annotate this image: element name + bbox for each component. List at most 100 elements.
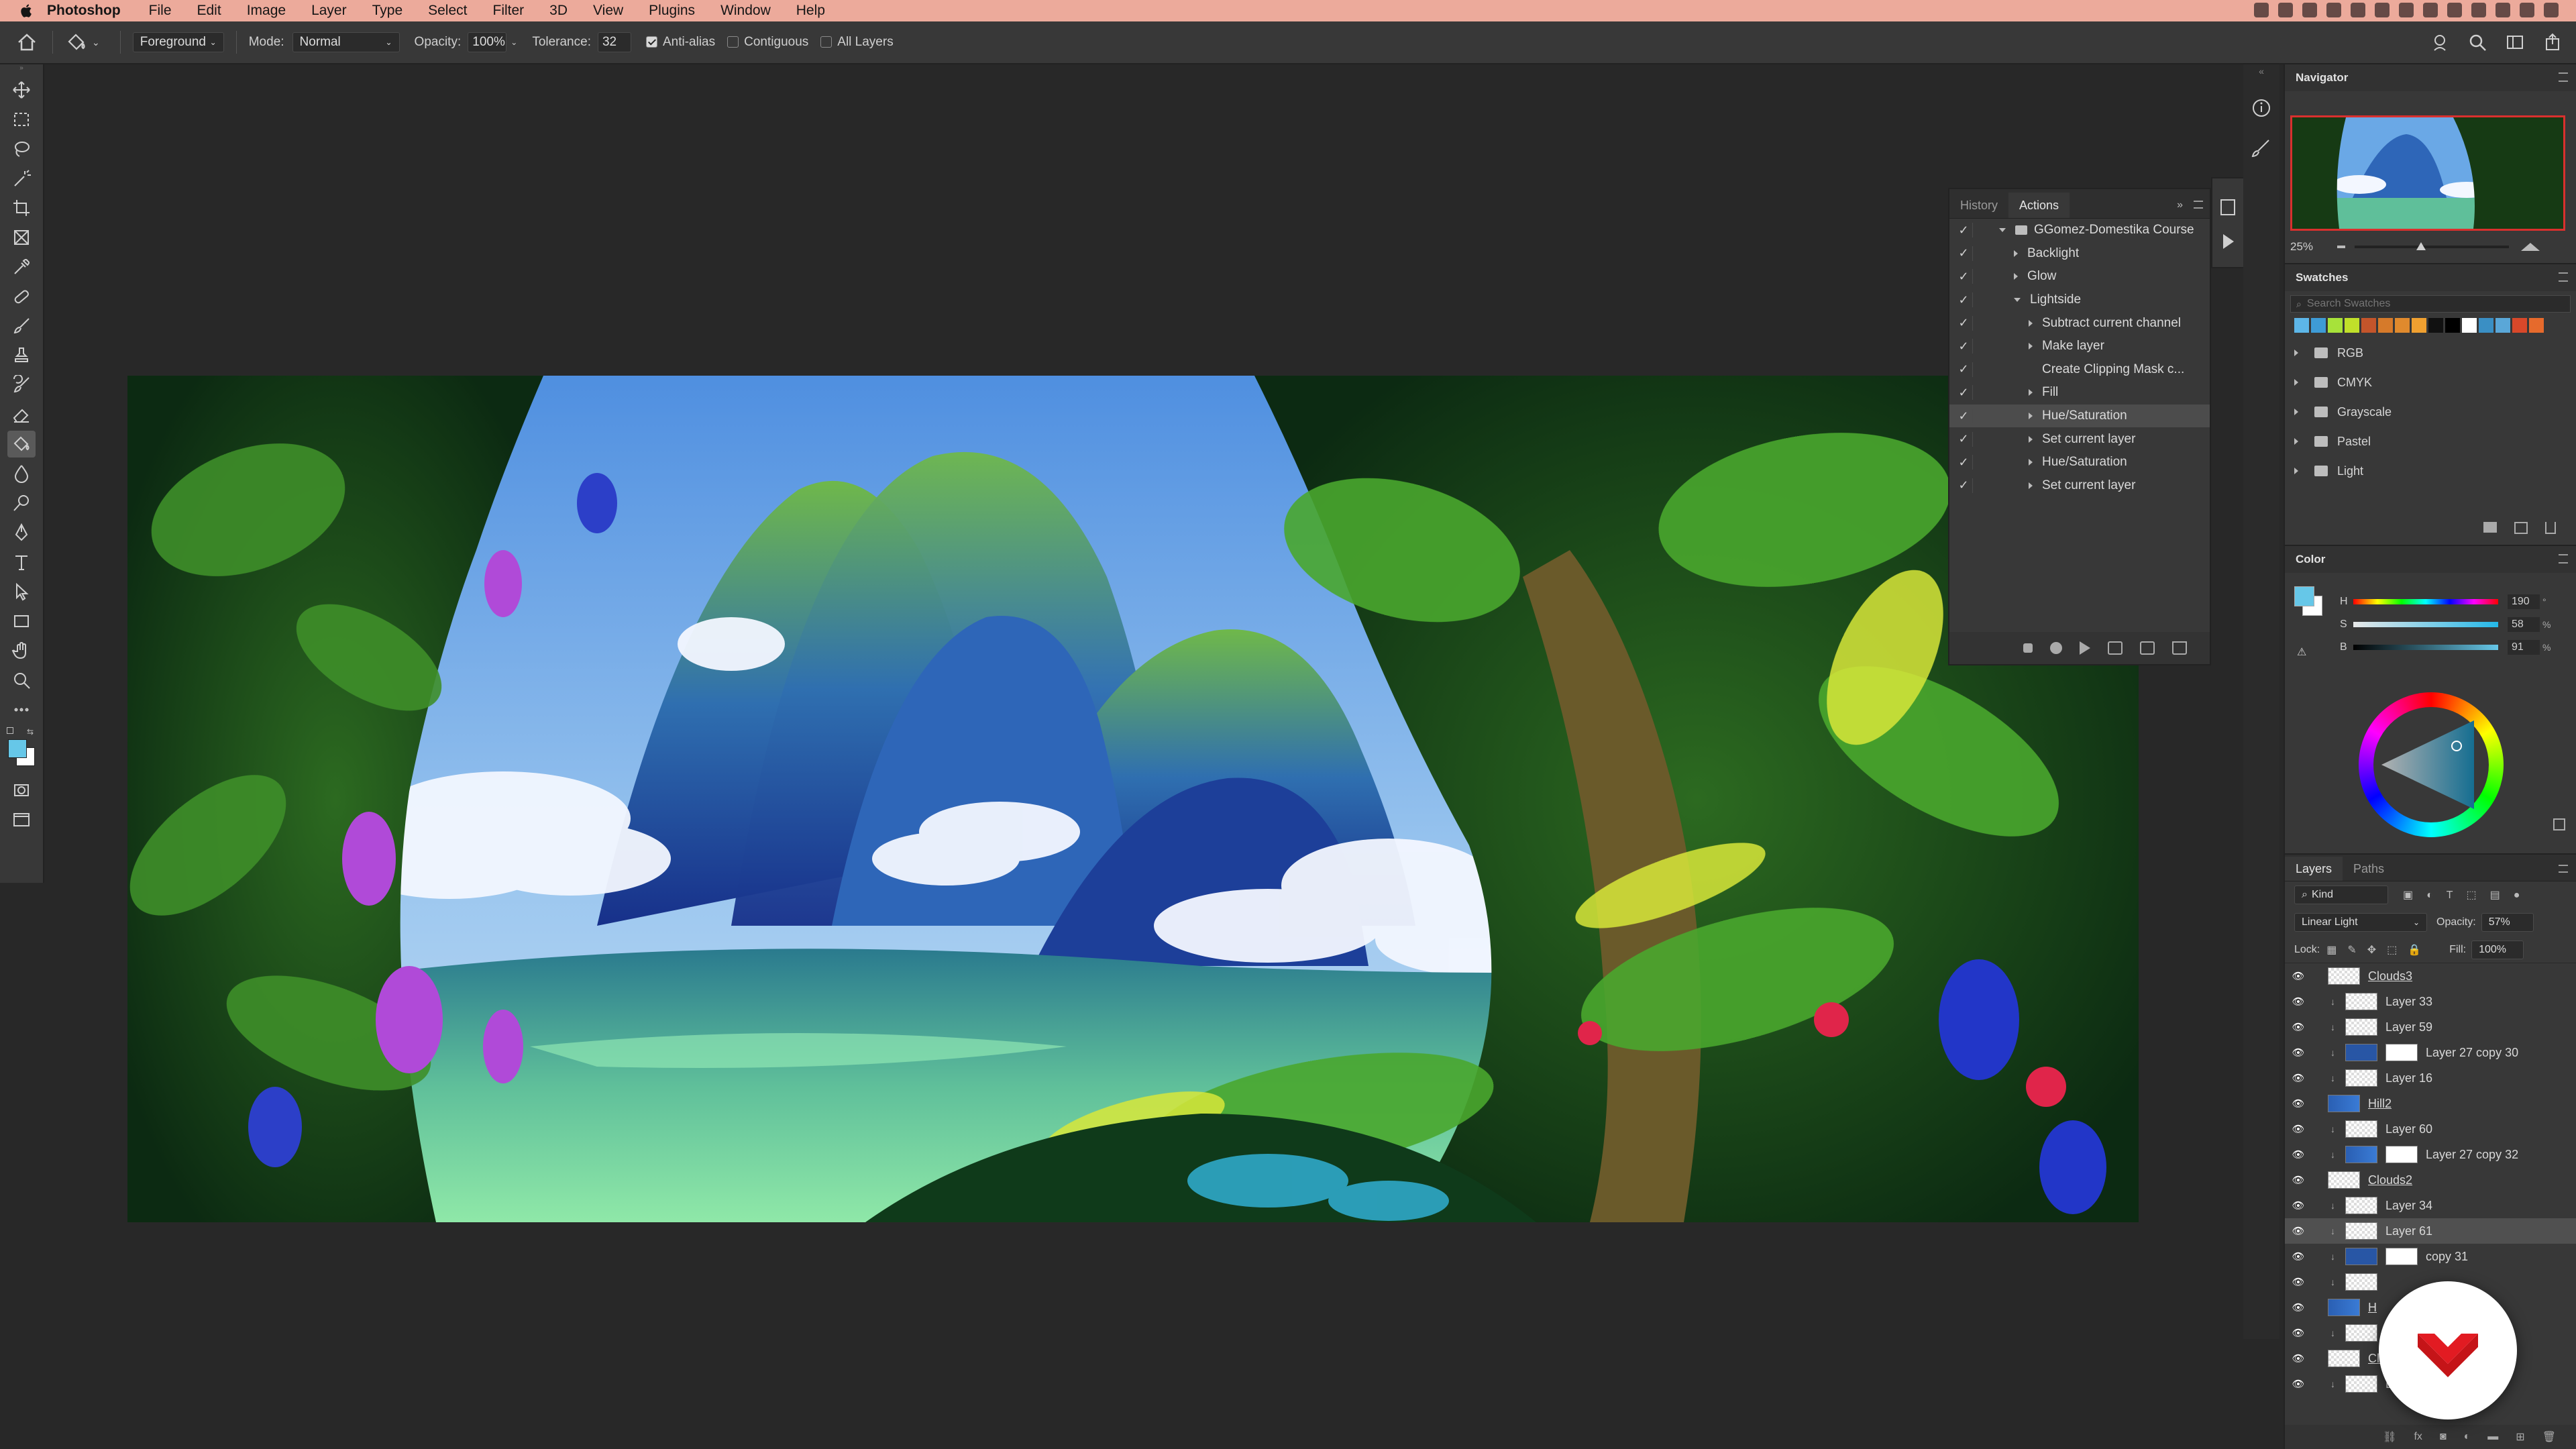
path-selection-tool[interactable] xyxy=(7,578,36,605)
tab-history[interactable]: History xyxy=(1949,193,2008,218)
stop-icon[interactable] xyxy=(2023,643,2033,653)
zoom-slider[interactable] xyxy=(2355,242,2510,250)
chevron-right-icon[interactable] xyxy=(2014,273,2018,280)
menu-select[interactable]: Select xyxy=(428,3,467,19)
marquee-tool[interactable] xyxy=(7,106,36,133)
learn-icon[interactable] xyxy=(2430,32,2450,52)
action-toggle-checkbox[interactable]: ✓ xyxy=(1955,223,1972,237)
layer-thumbnail[interactable] xyxy=(2345,993,2377,1010)
eraser-tool[interactable] xyxy=(7,401,36,428)
swatch-chip[interactable] xyxy=(2294,318,2309,333)
antialias-checkbox[interactable] xyxy=(645,36,657,48)
default-colors-icon[interactable] xyxy=(7,727,13,734)
swatch-chip[interactable] xyxy=(2311,318,2326,333)
chevron-right-icon[interactable] xyxy=(2029,413,2033,420)
new-swatch-icon[interactable] xyxy=(2514,522,2528,534)
flag-icon[interactable] xyxy=(2447,3,2462,17)
move-tool[interactable] xyxy=(7,76,36,103)
action-row[interactable]: ✓ Make layer xyxy=(1949,335,2210,358)
swatch-folder[interactable]: CMYK xyxy=(2285,368,2576,397)
menu-layer[interactable]: Layer xyxy=(311,3,347,19)
frame-tool[interactable] xyxy=(7,224,36,251)
tool-preset-chevron-icon[interactable]: ⌄ xyxy=(92,37,100,48)
screen-mode-button[interactable] xyxy=(7,806,36,833)
menu-view[interactable]: View xyxy=(593,3,623,19)
zoom-out-icon[interactable] xyxy=(2337,246,2346,248)
layer-row[interactable]: 👁 ↓ copy 31 xyxy=(2285,1244,2576,1269)
all-layers-checkbox[interactable] xyxy=(820,36,833,48)
color-foreground-chip[interactable] xyxy=(2294,586,2314,606)
chevron-right-icon[interactable] xyxy=(2294,468,2298,474)
hand-tool[interactable] xyxy=(7,637,36,664)
type-tool[interactable] xyxy=(7,549,36,576)
action-row[interactable]: ✓ Backlight xyxy=(1949,242,2210,266)
navigator-preview[interactable] xyxy=(2290,115,2565,231)
rectangle-tool[interactable] xyxy=(7,608,36,635)
action-toggle-checkbox[interactable]: ✓ xyxy=(1955,339,1972,354)
action-row[interactable]: ✓ Set current layer xyxy=(1949,427,2210,451)
volume-icon[interactable] xyxy=(2471,3,2486,17)
opacity-input[interactable]: 100% xyxy=(468,32,507,52)
visibility-eye-icon[interactable]: 👁 xyxy=(2285,1352,2312,1364)
new-layer-icon[interactable]: ⊞ xyxy=(2516,1430,2524,1444)
swatch-folder[interactable]: RGB xyxy=(2285,338,2576,368)
chevron-down-icon[interactable] xyxy=(2014,298,2021,303)
all-layers-option[interactable]: All Layers xyxy=(820,35,894,50)
collapse-icon[interactable]: « xyxy=(2243,66,2279,76)
antialias-option[interactable]: Anti-alias xyxy=(645,35,715,50)
action-toggle-checkbox[interactable]: ✓ xyxy=(1955,478,1972,492)
layer-row[interactable]: 👁 ↓ Layer 27 copy 32 xyxy=(2285,1142,2576,1167)
swatches-search[interactable]: ⌕ xyxy=(2290,295,2571,313)
layer-thumbnail[interactable] xyxy=(2345,1273,2377,1291)
panel-menu-icon[interactable] xyxy=(2559,865,2568,873)
chevron-right-icon[interactable] xyxy=(2294,409,2298,415)
tray-icon[interactable] xyxy=(2399,3,2414,17)
swatch-folder[interactable]: Grayscale xyxy=(2285,397,2576,427)
visibility-eye-icon[interactable]: 👁 xyxy=(2285,1225,2312,1237)
layer-thumbnail[interactable] xyxy=(2345,1248,2377,1265)
menu-filter[interactable]: Filter xyxy=(493,3,525,19)
fx-icon[interactable]: fx xyxy=(2414,1431,2422,1443)
app-menu[interactable]: Photoshop xyxy=(47,3,121,19)
tray-icon[interactable] xyxy=(2278,3,2293,17)
healing-tool[interactable] xyxy=(7,283,36,310)
swatches-search-input[interactable] xyxy=(2306,298,2508,310)
swatch-chip[interactable] xyxy=(2328,318,2343,333)
layer-thumbnail[interactable] xyxy=(2345,1222,2377,1240)
action-row[interactable]: ✓ Hue/Saturation xyxy=(1949,451,2210,474)
action-toggle-checkbox[interactable]: ✓ xyxy=(1955,293,1972,307)
hue-value[interactable]: 190 xyxy=(2508,594,2540,609)
chevron-down-icon[interactable] xyxy=(1999,228,2006,233)
apple-menu-icon[interactable] xyxy=(19,3,35,19)
visibility-eye-icon[interactable]: 👁 xyxy=(2285,1123,2312,1135)
contiguous-checkbox[interactable] xyxy=(727,36,739,48)
layer-row[interactable]: 👁 ↓ Layer 16 xyxy=(2285,1065,2576,1091)
zoom-tool[interactable] xyxy=(7,667,36,694)
paint-bucket-icon[interactable] xyxy=(65,31,88,54)
action-toggle-checkbox[interactable]: ✓ xyxy=(1955,409,1972,423)
trash-icon[interactable]: 🗑 xyxy=(2542,1430,2556,1444)
layer-row[interactable]: 👁 ↓ Layer 60 xyxy=(2285,1116,2576,1142)
swatch-chip[interactable] xyxy=(2361,318,2376,333)
visibility-eye-icon[interactable]: 👁 xyxy=(2285,1276,2312,1288)
actions-play-icon[interactable] xyxy=(2212,226,2243,257)
layer-row[interactable]: 👁 ↓ Layer 61 xyxy=(2285,1218,2576,1244)
action-row[interactable]: ✓ Fill xyxy=(1949,381,2210,405)
visibility-eye-icon[interactable]: 👁 xyxy=(2285,1072,2312,1084)
new-group-icon[interactable] xyxy=(2483,522,2497,533)
brush-tool[interactable] xyxy=(7,313,36,339)
action-row[interactable]: ✓ GGomez-Domestika Course xyxy=(1949,219,2210,242)
fill-input[interactable]: 100% xyxy=(2471,940,2524,959)
panel-menu-icon[interactable] xyxy=(2559,272,2568,282)
swatch-chip[interactable] xyxy=(2512,318,2527,333)
foreground-color[interactable] xyxy=(8,739,27,758)
action-toggle-checkbox[interactable]: ✓ xyxy=(1955,316,1972,330)
brightness-slider[interactable] xyxy=(2353,645,2498,650)
dialog-toggle-box[interactable] xyxy=(1972,223,1991,238)
visibility-eye-icon[interactable]: 👁 xyxy=(2285,1301,2312,1313)
chevron-right-icon[interactable] xyxy=(2029,459,2033,466)
menu-type[interactable]: Type xyxy=(372,3,403,19)
mode-select[interactable]: Normal ⌄ xyxy=(292,32,400,52)
menu-file[interactable]: File xyxy=(149,3,172,19)
dialog-toggle-box[interactable] xyxy=(1972,315,1991,331)
